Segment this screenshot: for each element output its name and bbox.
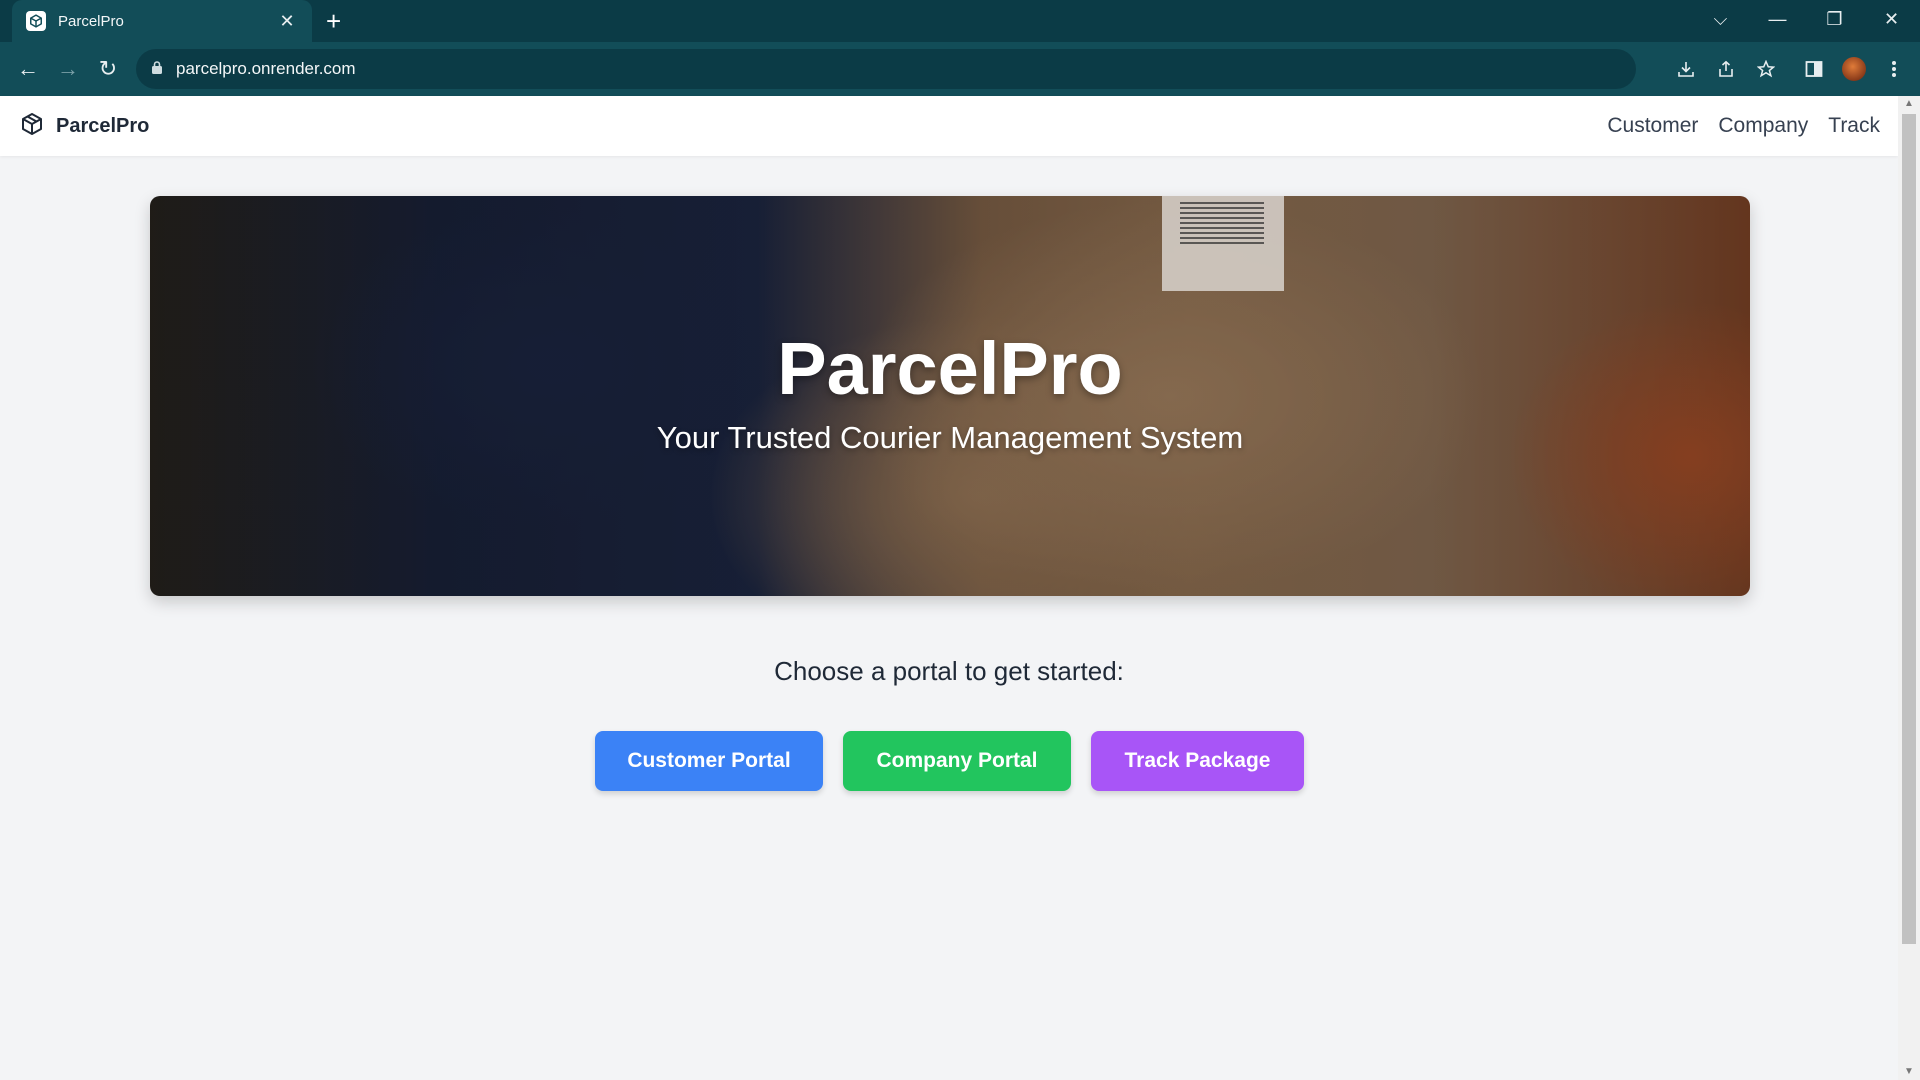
share-icon[interactable]	[1710, 53, 1742, 85]
customer-portal-button[interactable]: Customer Portal	[595, 731, 823, 791]
company-portal-button[interactable]: Company Portal	[843, 731, 1071, 791]
scroll-down-arrow-icon[interactable]: ▼	[1898, 1064, 1920, 1080]
forward-button[interactable]: →	[48, 49, 88, 89]
nav-link-customer[interactable]: Customer	[1607, 114, 1698, 138]
nav-links: Customer Company Track	[1607, 114, 1880, 138]
package-icon	[20, 112, 44, 141]
hero-title: ParcelPro	[777, 327, 1123, 410]
browser-tab[interactable]: ParcelPro ✕	[12, 0, 312, 42]
scrollbar[interactable]: ▲ ▼	[1898, 96, 1920, 1080]
side-panel-icon[interactable]	[1798, 53, 1830, 85]
hero-banner: ParcelPro Your Trusted Courier Managemen…	[150, 196, 1750, 596]
download-icon[interactable]	[1670, 53, 1702, 85]
portal-prompt: Choose a portal to get started:	[774, 656, 1124, 686]
toolbar-actions	[1670, 49, 1910, 89]
lock-icon[interactable]	[152, 61, 162, 77]
minimize-button[interactable]: —	[1749, 0, 1806, 38]
browser-toolbar: ← → ↻ parcelpro.onrender.com	[0, 42, 1920, 96]
brand-name: ParcelPro	[56, 114, 150, 137]
scrollbar-thumb[interactable]	[1902, 114, 1916, 944]
window-controls: ⌵ — ❐ ✕	[1692, 0, 1920, 38]
bookmark-star-icon[interactable]	[1750, 53, 1782, 85]
package-favicon-icon	[26, 11, 46, 31]
barcode-image	[1180, 202, 1264, 244]
tab-close-icon[interactable]: ✕	[276, 10, 298, 32]
address-bar[interactable]: parcelpro.onrender.com	[136, 49, 1636, 89]
page-content: ParcelPro Customer Company Track ParcelP…	[0, 96, 1920, 1080]
nav-link-company[interactable]: Company	[1718, 114, 1808, 138]
restore-button[interactable]: ❐	[1806, 0, 1863, 38]
back-button[interactable]: ←	[8, 49, 48, 89]
site-navbar: ParcelPro Customer Company Track	[0, 96, 1898, 156]
browser-tabstrip: ParcelPro ✕ + ⌵ — ❐ ✕	[0, 0, 1920, 42]
brand[interactable]: ParcelPro	[20, 112, 149, 141]
url-text[interactable]: parcelpro.onrender.com	[176, 59, 356, 79]
reload-button[interactable]: ↻	[88, 49, 128, 89]
nav-link-track[interactable]: Track	[1828, 114, 1880, 138]
close-window-button[interactable]: ✕	[1863, 0, 1920, 38]
tab-search-icon[interactable]: ⌵	[1692, 0, 1749, 38]
tab-title: ParcelPro	[58, 12, 124, 30]
menu-icon[interactable]	[1878, 53, 1910, 85]
scroll-up-arrow-icon[interactable]: ▲	[1898, 96, 1920, 112]
hero-subtitle: Your Trusted Courier Management System	[656, 420, 1244, 455]
track-package-button[interactable]: Track Package	[1091, 731, 1304, 791]
new-tab-button[interactable]: +	[326, 8, 341, 34]
portal-buttons: Customer Portal Company Portal Track Pac…	[595, 731, 1304, 791]
profile-avatar[interactable]	[1838, 53, 1870, 85]
